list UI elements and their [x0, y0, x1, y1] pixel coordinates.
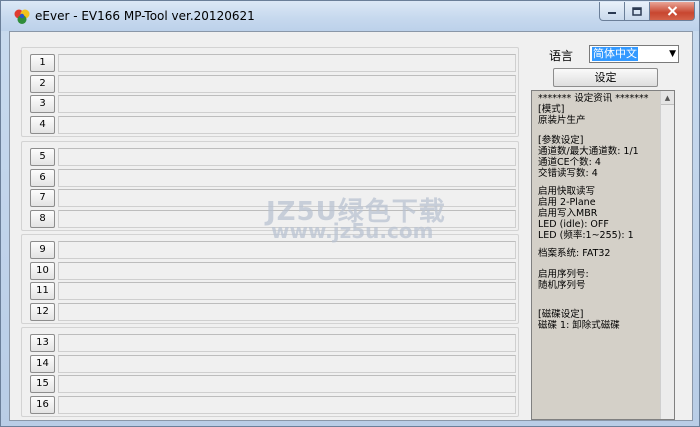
channel-status-field	[58, 241, 516, 259]
channel-button-11[interactable]: 11	[30, 282, 55, 300]
channel-status-field	[58, 148, 516, 166]
channel-button-14[interactable]: 14	[30, 355, 55, 373]
channel-row: 14	[30, 355, 516, 373]
info-line: 磁碟 1: 卸除式磁碟	[538, 320, 620, 331]
channel-status-field	[58, 334, 516, 352]
channel-status-field	[58, 169, 516, 187]
channel-status-field	[58, 303, 516, 321]
language-label: 语言	[549, 49, 574, 63]
info-line: [磁碟设定]	[538, 309, 584, 320]
watermark-url: www.jz5u.com	[271, 219, 434, 243]
channel-button-2[interactable]: 2	[30, 75, 55, 93]
info-line: [参数设定]	[538, 135, 584, 146]
info-line: LED (频率:1~255): 1	[538, 230, 634, 241]
channel-button-13[interactable]: 13	[30, 334, 55, 352]
info-line: 启用快取读写	[538, 186, 596, 197]
info-line: 启用写入MBR	[538, 208, 598, 219]
channel-row: 2	[30, 75, 516, 93]
info-line: 档案系统: FAT32	[538, 248, 611, 259]
channel-row: 4	[30, 116, 516, 134]
minimize-button[interactable]	[599, 2, 625, 21]
channel-row: 9	[30, 241, 516, 259]
channel-row: 1	[30, 54, 516, 72]
channel-row: 16	[30, 396, 516, 414]
channel-status-field	[58, 355, 516, 373]
maximize-icon	[632, 6, 642, 16]
channel-group-4: 13 14 15 16	[21, 327, 519, 417]
channel-status-field	[58, 54, 516, 72]
channel-row: 10	[30, 262, 516, 280]
language-selected-value: 简体中文	[592, 47, 638, 61]
info-line: LED (idle): OFF	[538, 219, 609, 230]
info-line: 启用序列号:	[538, 269, 589, 280]
close-button[interactable]	[650, 2, 695, 21]
channel-row: 6	[30, 169, 516, 187]
language-select[interactable]: 简体中文 ▼	[589, 45, 679, 63]
channel-button-4[interactable]: 4	[30, 116, 55, 134]
channel-row: 13	[30, 334, 516, 352]
channel-status-field	[58, 95, 516, 113]
channel-button-1[interactable]: 1	[30, 54, 55, 72]
channel-row: 3	[30, 95, 516, 113]
channel-row: 15	[30, 375, 516, 393]
channel-button-7[interactable]: 7	[30, 189, 55, 207]
dropdown-arrow-icon[interactable]: ▼	[669, 49, 676, 59]
info-line: 通道数/最大通道数: 1/1	[538, 146, 639, 157]
maximize-button[interactable]	[625, 2, 650, 21]
info-line: [模式]	[538, 104, 565, 115]
channel-button-8[interactable]: 8	[30, 210, 55, 228]
channel-button-6[interactable]: 6	[30, 169, 55, 187]
channel-row: 12	[30, 303, 516, 321]
channel-group-1: 1 2 3 4	[21, 47, 519, 137]
app-logo-icon	[14, 9, 30, 24]
channel-row: 5	[30, 148, 516, 166]
info-line: ******* 设定资讯 *******	[538, 93, 649, 104]
info-line: 通道CE个数: 4	[538, 157, 601, 168]
channel-row: 11	[30, 282, 516, 300]
channel-button-5[interactable]: 5	[30, 148, 55, 166]
scroll-up-icon[interactable]: ▲	[661, 91, 674, 105]
channel-status-field	[58, 75, 516, 93]
settings-info-panel: ******* 设定资讯 ******* [模式] 原装片生产 [参数设定] 通…	[531, 90, 675, 420]
info-line: 启用 2-Plane	[538, 197, 596, 208]
channel-button-15[interactable]: 15	[30, 375, 55, 393]
channel-button-16[interactable]: 16	[30, 396, 55, 414]
title-bar[interactable]: eEver - EV166 MP-Tool ver.20120621	[1, 1, 699, 31]
channel-status-field	[58, 375, 516, 393]
channel-group-3: 9 10 11 12	[21, 234, 519, 324]
info-line: 交错读写数: 4	[538, 168, 598, 179]
info-scrollbar[interactable]: ▲	[660, 91, 674, 419]
minimize-icon	[608, 12, 616, 14]
close-icon	[667, 6, 677, 16]
channel-button-9[interactable]: 9	[30, 241, 55, 259]
channel-button-10[interactable]: 10	[30, 262, 55, 280]
info-line: 原装片生产	[538, 115, 586, 126]
channel-status-field	[58, 396, 516, 414]
window-title: eEver - EV166 MP-Tool ver.20120621	[35, 9, 255, 23]
channel-button-12[interactable]: 12	[30, 303, 55, 321]
channel-status-field	[58, 262, 516, 280]
main-window: eEver - EV166 MP-Tool ver.20120621 1 2 3…	[0, 0, 700, 427]
channel-status-field	[58, 282, 516, 300]
channel-button-3[interactable]: 3	[30, 95, 55, 113]
settings-button[interactable]: 设定	[553, 68, 658, 87]
info-line: 随机序列号	[538, 280, 586, 291]
channel-status-field	[58, 116, 516, 134]
